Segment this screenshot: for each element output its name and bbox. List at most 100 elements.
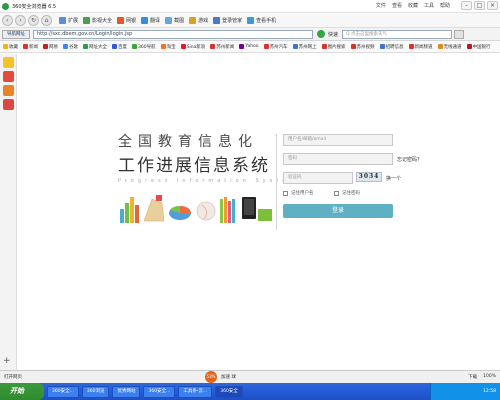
home-button[interactable]: ⌂ <box>41 14 52 26</box>
weibo-icon[interactable] <box>2 85 14 96</box>
favorite-item[interactable]: 谷歌 <box>63 44 78 50</box>
forgot-password-link[interactable]: 忘记密码? <box>397 156 420 163</box>
mail-icon[interactable] <box>2 71 14 82</box>
toolbar-games[interactable]: 游戏 <box>189 16 209 24</box>
page-icon <box>292 44 298 49</box>
maximize-button[interactable]: □ <box>474 1 485 10</box>
toolbar-bank-label: 网银 <box>126 17 137 24</box>
favorite-item[interactable]: 新闻 <box>23 44 38 50</box>
video-icon <box>83 16 91 24</box>
toolbar-login-manager-label: 登录管家 <box>222 17 243 24</box>
favorites-bar: 收藏 新闻 网易 谷歌 网址大全 百度 360导航 淘宝 Sina新浪 苏州新闻… <box>0 41 500 53</box>
add-sidebar-icon[interactable]: + <box>3 356 11 366</box>
remember-password-checkbox[interactable]: 记住密码 <box>334 190 360 196</box>
back-button[interactable]: ‹ <box>2 14 13 26</box>
go-label[interactable]: 快速 <box>328 31 338 38</box>
toolbar-screenshot-label: 截图 <box>174 17 185 24</box>
title-bar: 360安全浏览器 6.5 文件 查看 收藏 工具 帮助 – □ × <box>0 0 500 12</box>
menu-file[interactable]: 文件 <box>376 2 386 9</box>
favorite-item[interactable]: 苏州汽车 <box>263 44 288 50</box>
page-icon <box>321 44 327 49</box>
google-icon <box>63 44 68 49</box>
favorite-label: 百度 <box>118 44 127 50</box>
taskbar-item-active[interactable]: 360安全 <box>215 385 243 398</box>
taskbar-item[interactable]: 360安全... <box>47 385 79 398</box>
nav-home-link[interactable]: 导航网址 <box>2 29 30 39</box>
menu-favorites[interactable]: 收藏 <box>408 2 418 9</box>
favorite-label: 无线通道 <box>443 44 462 50</box>
favorite-item[interactable]: 苏州网上 <box>292 44 317 50</box>
menu-tools[interactable]: 工具 <box>424 2 434 9</box>
divider <box>276 134 277 230</box>
favorite-item[interactable]: 图片搜索 <box>321 44 346 50</box>
toolbar-video[interactable]: 影视大全 <box>83 16 112 24</box>
favorite-item[interactable]: 网址大全 <box>83 44 107 50</box>
favorite-item[interactable]: 新闻频道 <box>408 44 433 50</box>
taskbar-item[interactable]: 工具条-云... <box>178 385 213 398</box>
password-field[interactable]: 密码 <box>283 153 393 165</box>
favorite-item[interactable]: 苏州新闻 <box>210 44 234 50</box>
accelerator-label: 加速 球 <box>221 375 236 380</box>
bank-icon <box>117 16 125 24</box>
refresh-button[interactable]: ↻ <box>28 14 39 26</box>
toolbar-games-label: 游戏 <box>198 17 209 24</box>
close-button[interactable]: × <box>487 1 498 10</box>
favorite-item[interactable]: 收藏 <box>3 44 18 50</box>
green-block-icon <box>258 209 272 221</box>
forward-button[interactable]: › <box>15 14 26 26</box>
minimize-button[interactable]: – <box>461 1 472 10</box>
favorite-label: 新闻频道 <box>414 44 433 50</box>
favorite-item[interactable]: Yahoo <box>239 44 259 49</box>
url-input[interactable]: http://sxc.dbem.gov.cn/Login/login.jsp <box>33 29 313 39</box>
captcha-field[interactable]: 验证码 <box>283 172 353 184</box>
toolbar-login-manager[interactable]: 登录管家 <box>213 16 243 24</box>
window-controls: – □ × <box>461 1 498 10</box>
toolbar-screenshot[interactable]: 截图 <box>165 16 185 24</box>
zoom-level[interactable]: 100% <box>483 374 496 380</box>
refresh-captcha-link[interactable]: 换一个 <box>386 175 401 182</box>
search-button[interactable] <box>454 29 465 39</box>
nav-360-icon <box>132 44 137 49</box>
menu-view[interactable]: 查看 <box>392 2 402 9</box>
taskbar-item[interactable]: 360浏览 <box>81 385 110 398</box>
accelerator-ball[interactable]: 53% 加速 球 <box>205 371 236 383</box>
taskbar-item[interactable]: 优秀网站 <box>112 385 141 398</box>
page-icon <box>437 44 443 49</box>
taobao-icon <box>160 44 166 49</box>
downloads-button[interactable]: 下载 <box>468 374 477 380</box>
favorite-item[interactable]: 360导航 <box>132 44 156 50</box>
menu-help[interactable]: 帮助 <box>440 2 450 9</box>
remember-username-checkbox[interactable]: 记住用户名 <box>283 190 314 196</box>
login-button[interactable]: 登录 <box>283 204 393 218</box>
page-icon <box>408 44 414 49</box>
favorite-item[interactable]: Sina新浪 <box>180 44 205 50</box>
bar-icon <box>130 197 134 223</box>
go-icon[interactable] <box>317 30 325 38</box>
netease-icon <box>43 44 48 49</box>
clipboard-icon[interactable] <box>2 99 14 110</box>
extensions-icon <box>59 16 66 24</box>
site-directory-icon <box>83 44 88 49</box>
taskbar-item[interactable]: 360安全... <box>143 385 176 398</box>
favorite-item[interactable]: 苏州视频 <box>350 44 375 50</box>
search-input[interactable]: Q 点击这里搜索天气 <box>342 29 453 39</box>
captcha-image[interactable]: 3034 <box>356 172 382 182</box>
toolbar-extensions[interactable]: 扩展 <box>59 16 78 24</box>
favorite-item[interactable]: 无线通道 <box>437 44 462 50</box>
favorite-item[interactable]: 招聘信息 <box>379 44 404 50</box>
toolbar-phone[interactable]: 查看手机 <box>247 16 277 24</box>
favorite-item[interactable]: 中国银行 <box>466 44 491 50</box>
bar-icon <box>120 209 124 223</box>
accelerator-ball-icon[interactable]: 53% <box>205 371 217 383</box>
toolbar-phone-label: 查看手机 <box>256 17 277 24</box>
favorite-item[interactable]: 淘宝 <box>160 44 176 50</box>
favorites-star-icon[interactable] <box>2 57 14 68</box>
login-manager-icon <box>213 16 221 24</box>
toolbar-bank[interactable]: 网银 <box>117 16 137 24</box>
username-field[interactable]: 用户名/邮箱/email <box>283 134 393 146</box>
start-button[interactable]: 开始 <box>0 383 44 400</box>
favorite-item[interactable]: 网易 <box>43 44 58 50</box>
toolbar-translate[interactable]: 翻译 <box>141 16 160 24</box>
favorite-item[interactable]: 百度 <box>112 44 127 50</box>
screenshot-icon <box>165 16 173 24</box>
